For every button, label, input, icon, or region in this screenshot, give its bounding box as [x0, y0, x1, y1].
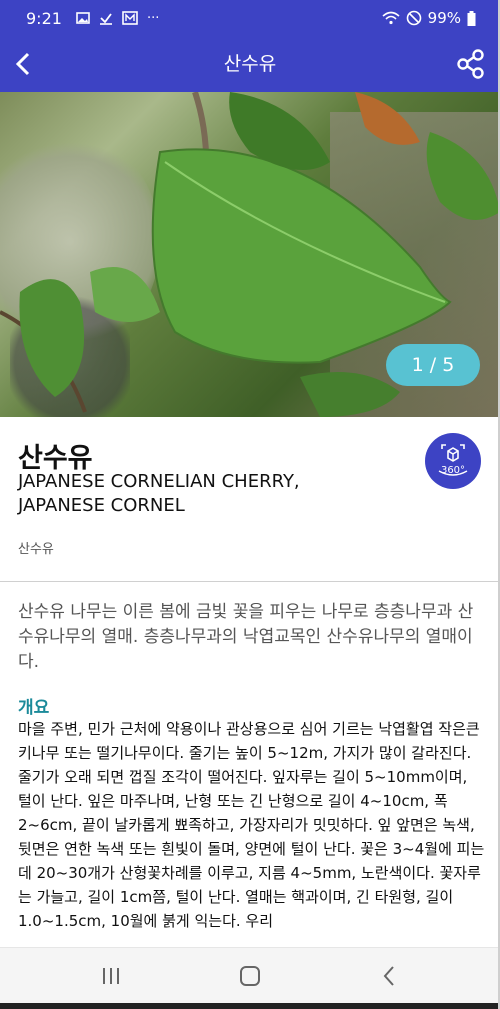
home-icon — [240, 966, 260, 986]
battery-icon — [467, 10, 476, 26]
recents-button[interactable] — [96, 962, 126, 990]
share-button[interactable] — [454, 47, 488, 81]
plant-name-english: JAPANESE CORNELIAN CHERRY, JAPANESE CORN… — [18, 470, 378, 518]
recents-icon — [103, 968, 119, 984]
wifi-icon — [382, 11, 400, 25]
app-bar: 산수유 — [0, 36, 498, 92]
image-icon — [76, 12, 90, 24]
share-icon — [457, 49, 484, 79]
download-icon — [99, 13, 112, 25]
nav-back-button[interactable] — [374, 962, 404, 990]
overview-body: 마을 주변, 민가 근처에 약용이나 관상용으로 심어 기르는 낙엽활엽 작은큰… — [18, 720, 485, 930]
gallery-counter[interactable]: 1 / 5 — [386, 344, 480, 386]
more-notifications: ··· — [146, 10, 160, 26]
notification-icons: ··· — [76, 11, 159, 26]
screen: 9:21 ··· 99% 산수유 1 / 5 산수유 JAPANESE CORN… — [0, 0, 500, 1009]
plant-name-english-line2: JAPANESE CORNEL — [18, 495, 185, 516]
page-title: 산수유 — [223, 53, 277, 75]
view-360-icon — [438, 444, 468, 476]
status-time: 9:21 — [26, 8, 62, 28]
system-navigation-bar — [0, 947, 498, 1004]
overview-scroll-area[interactable]: 마을 주변, 민가 근처에 약용이나 관상용으로 심어 기르는 낙엽활엽 작은큰… — [0, 711, 498, 947]
screen-bottom-edge — [0, 1003, 498, 1009]
status-right: 99% — [382, 9, 476, 27]
section-divider — [0, 581, 498, 582]
view-360-label: 360° — [440, 465, 466, 476]
plant-summary: 산수유 나무는 이른 봄에 금빛 꽃을 피우는 나무로 층층나무과 산수유나무의… — [18, 602, 474, 672]
nav-back-icon — [383, 966, 394, 986]
home-button[interactable] — [235, 962, 265, 990]
battery-percent: 99% — [427, 9, 461, 27]
plant-name-english-line1: JAPANESE CORNELIAN CHERRY, — [18, 471, 300, 492]
mute-icon — [406, 10, 421, 26]
plant-alias: 산수유 — [18, 542, 54, 557]
view-360-button[interactable]: 360° — [425, 433, 481, 489]
status-bar: 9:21 ··· 99% — [0, 0, 498, 36]
gallery-icon — [122, 11, 138, 25]
